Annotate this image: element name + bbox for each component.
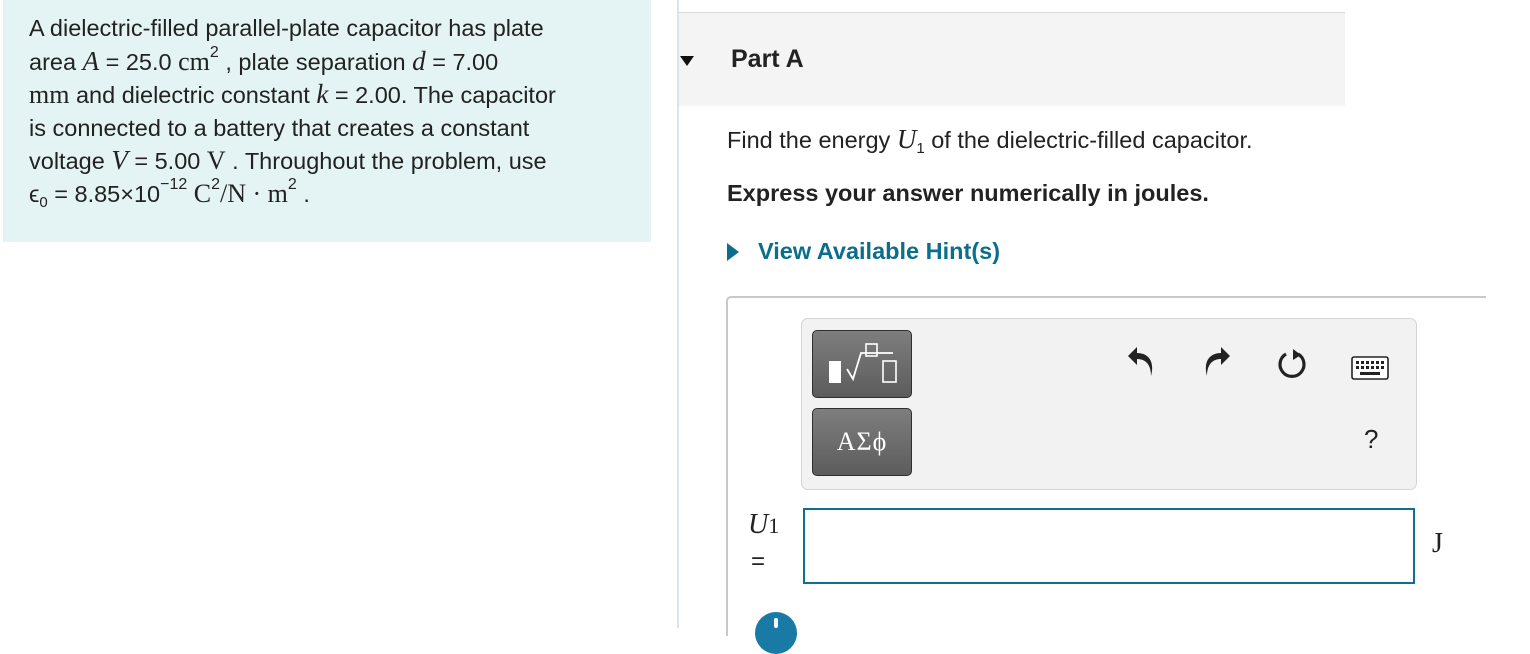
reset-icon[interactable] [1276, 346, 1310, 382]
unit-C: C [187, 178, 212, 208]
math-k: k [316, 79, 329, 110]
answer-variable-label: U1 [748, 509, 780, 540]
answer-input[interactable] [803, 508, 1415, 584]
question-text: Find the energy U1 of the dielectric-fil… [727, 124, 1253, 157]
undo-icon[interactable] [1125, 346, 1159, 380]
math-U: U [896, 124, 917, 154]
view-hints-label: View Available Hint(s) [758, 238, 1001, 264]
answer-instruction: Express your answer numerically in joule… [727, 180, 1209, 206]
help-icon[interactable]: ? [1364, 424, 1378, 455]
math-d: d [412, 45, 426, 76]
templates-button[interactable] [812, 330, 912, 398]
problem-statement: A dielectric-filled parallel-plate capac… [3, 0, 651, 242]
problem-line-1: A dielectric-filled parallel-plate capac… [29, 15, 544, 41]
math-A: A [82, 45, 100, 76]
problem-line-2: area A = 25.0 cm2 , plate separation d =… [29, 43, 499, 76]
problem-line-4: is connected to a battery that creates a… [29, 114, 530, 141]
math-V: V [111, 145, 128, 176]
part-title[interactable]: Part A [731, 45, 804, 74]
view-hints-link[interactable]: View Available Hint(s) [727, 238, 1000, 265]
info-icon[interactable] [755, 612, 797, 654]
unit-mm: mm [29, 80, 70, 110]
unit-V: V [206, 146, 226, 176]
equals-sign: = [751, 548, 766, 575]
caret-down-icon[interactable] [680, 56, 694, 66]
redo-icon[interactable] [1199, 346, 1233, 380]
math-epsilon: ϵ [29, 180, 40, 207]
greek-symbols-label: ΑΣϕ [836, 427, 888, 456]
unit-cm: cm [178, 46, 210, 76]
unit-N-m: /N · m [220, 178, 288, 208]
keyboard-icon[interactable] [1351, 356, 1389, 380]
caret-right-icon [727, 242, 739, 261]
problem-line-3: mm and dielectric constant k = 2.00. The… [29, 79, 556, 110]
greek-symbols-button[interactable]: ΑΣϕ [812, 408, 912, 476]
answer-unit: J [1432, 528, 1443, 559]
templates-icon [829, 343, 897, 383]
problem-line-5: voltage V = 5.00 V . Throughout the prob… [29, 145, 547, 176]
problem-line-6: ϵ0 = 8.85×10−12 C2/N · m2 . [29, 175, 310, 211]
